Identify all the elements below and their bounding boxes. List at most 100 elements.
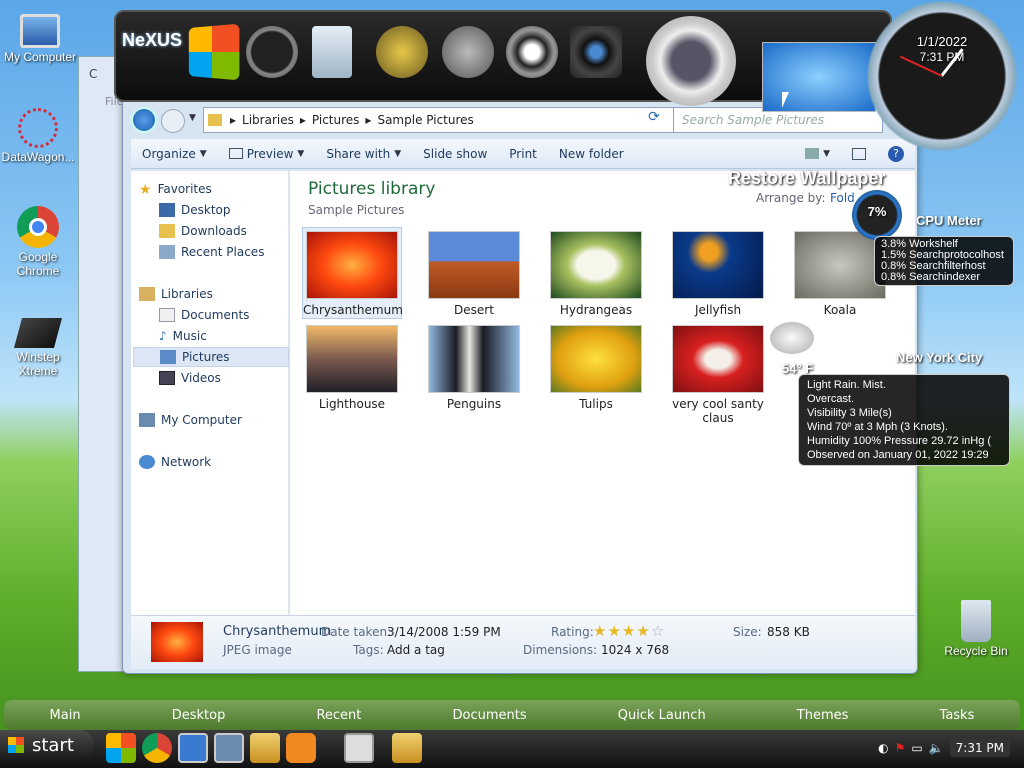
clock-icon[interactable] [246,26,298,78]
menu-main[interactable]: Main [50,708,81,723]
tray-arrow-icon[interactable]: ◐ [878,741,888,755]
menu-themes[interactable]: Themes [797,708,849,723]
picture-item[interactable]: Desert [424,231,524,317]
desktop-icon-label: Recycle Bin [944,644,1008,658]
picture-thumbnail [672,325,764,393]
nav-desktop[interactable]: Desktop [159,200,307,220]
star-filled-icon[interactable]: ★ [636,622,650,640]
cpu-meter-dial: 7% [852,190,902,240]
nav-network[interactable]: Network [139,452,287,472]
media-player-icon[interactable] [286,733,316,763]
picture-item[interactable]: Tulips [546,325,646,411]
headphones-icon[interactable] [506,26,558,78]
chrome-icon [17,206,59,248]
picture-thumbnail [306,231,398,299]
desktop-icon-winstep[interactable]: Winstep Xtreme [0,312,76,378]
nexus-logo[interactable]: NeXUS [122,30,182,51]
star-filled-icon[interactable]: ★ [622,622,636,640]
nav-recent-places[interactable]: Recent Places [159,242,307,262]
rating-label: Rating: [551,625,594,639]
forward-button[interactable] [161,109,185,133]
star-empty-icon[interactable]: ☆ [651,622,665,640]
organize-button[interactable]: Organize ▼ [131,147,218,161]
bell-icon[interactable] [442,26,494,78]
clock-gadget[interactable]: 1/1/2022 7:31 PM [866,0,1018,152]
history-dropdown[interactable]: ▼ [189,113,196,123]
picture-item[interactable]: Lighthouse [302,325,402,411]
rating-stars[interactable]: ★★★★☆ [593,622,665,640]
nav-documents[interactable]: Documents [159,305,307,325]
menu-tasks[interactable]: Tasks [940,708,975,723]
new-folder-button[interactable]: New folder [548,147,635,161]
desktop-icon-datawagon[interactable]: DataWagon... [0,108,76,164]
picture-item[interactable]: Hydrangeas [546,231,646,317]
winstep-icon [13,318,63,348]
change-view-button[interactable]: ▼ [794,148,841,159]
tags-value[interactable]: Add a tag [387,643,445,657]
network-icon[interactable]: ▭ [911,741,922,755]
speedometer-icon[interactable] [646,16,736,106]
background-window[interactable]: C File [78,56,126,672]
desktop-preview[interactable] [762,42,876,112]
command-bar: Organize ▼ Preview ▼ Share with ▼ Slide sho… [131,139,915,169]
size-label: Size: [733,625,762,639]
nav-videos[interactable]: Videos [159,368,307,388]
flag-icon[interactable]: ⚑ [895,741,906,755]
camera-icon[interactable] [570,26,622,78]
nav-libraries[interactable]: Libraries [139,284,287,304]
breadcrumb-libraries[interactable]: Libraries [242,113,294,127]
star-filled-icon[interactable]: ★ [593,622,607,640]
address-bar[interactable]: ▸ Libraries ▸ Pictures ▸ Sample Pictures… [203,107,691,133]
picture-item[interactable]: Penguins [424,325,524,411]
back-button[interactable] [131,107,157,133]
breadcrumb-pictures[interactable]: Pictures [312,113,360,127]
nav-downloads[interactable]: Downloads [159,221,307,241]
print-button[interactable]: Print [498,147,548,161]
menu-desktop[interactable]: Desktop [172,708,226,723]
picture-item[interactable]: Jellyfish [668,231,768,317]
arrange-by-value[interactable]: Fold [830,191,855,205]
desktop-icon-my-computer[interactable]: My Computer [2,10,78,64]
taskbar-folder-button[interactable] [392,733,422,763]
menu-quick-launch[interactable]: Quick Launch [618,708,706,723]
nav-pictures[interactable]: Pictures [133,347,289,367]
slideshow-button[interactable]: Slide show [412,147,498,161]
share-with-button[interactable]: Share with ▼ [315,147,412,161]
picture-thumbnail [550,325,642,393]
library-title: Pictures library [308,179,436,199]
tray-clock[interactable]: 7:31 PM [949,739,1010,757]
globe-icon[interactable] [376,26,428,78]
date-taken-value[interactable]: 3/14/2008 1:59 PM [387,625,501,639]
picture-item[interactable]: very cool santy claus [668,325,768,425]
preview-button[interactable]: Preview ▼ [218,147,316,161]
start-button[interactable]: start [0,730,94,760]
star-filled-icon[interactable]: ★ [607,622,621,640]
size-value: 858 KB [767,625,810,639]
nav-my-computer[interactable]: My Computer [139,410,287,430]
picture-item[interactable]: Chrysanthemum [302,227,403,319]
explorer-icon[interactable] [250,733,280,763]
windows-icon[interactable] [106,733,136,763]
menu-recent[interactable]: Recent [316,708,361,723]
taskbar-window-button[interactable] [344,733,374,763]
desktop-icon-recycle-bin[interactable]: Recycle Bin [938,600,1014,658]
nexus-dock: NeXUS [114,10,892,112]
refresh-button[interactable]: ⟳ [643,109,665,131]
desktop-icon[interactable] [178,733,208,763]
recycle-bin-icon[interactable] [312,26,352,78]
menu-documents[interactable]: Documents [452,708,526,723]
chrome-icon[interactable] [142,733,172,763]
switch-windows-icon[interactable] [214,733,244,763]
desktop-icon-chrome[interactable]: Google Chrome [0,206,76,278]
nav-favorites[interactable]: ★ Favorites [139,179,287,199]
desktop-icon-label: DataWagon... [1,150,75,164]
nav-music[interactable]: ♪ Music [159,326,307,346]
preview-pane-button[interactable] [841,147,877,160]
picture-thumbnail [550,231,642,299]
windows-icon[interactable] [188,23,240,81]
volume-icon[interactable]: 🔈 [929,741,944,755]
restore-wallpaper-button[interactable]: Restore Wallpaper [728,168,885,189]
breadcrumb-separator: ▸ [299,113,306,127]
breadcrumb-sample-pictures[interactable]: Sample Pictures [377,113,473,127]
help-button[interactable]: ? [877,145,915,162]
